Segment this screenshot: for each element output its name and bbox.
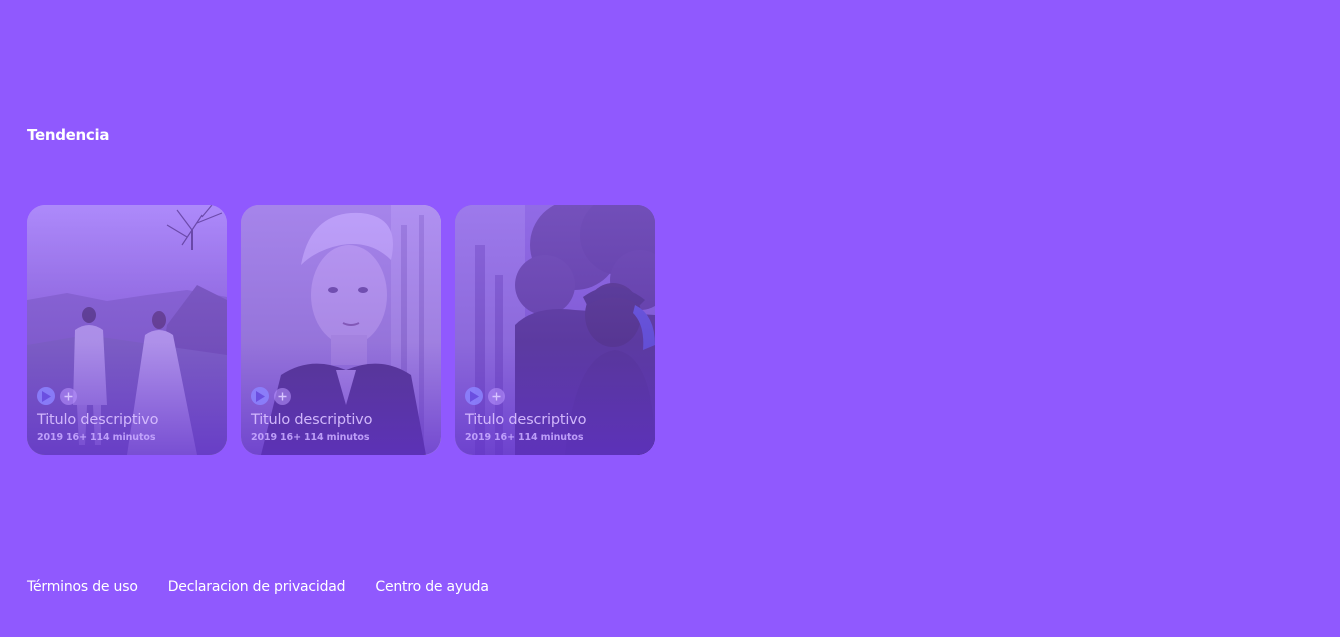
plus-icon <box>492 392 501 400</box>
add-to-list-button[interactable] <box>274 387 291 405</box>
card-meta: 2019 16+ 114 minutos <box>37 432 217 443</box>
movie-card[interactable]: Titulo descriptivo 2019 16+ 114 minutos <box>27 205 227 455</box>
card-title: Titulo descriptivo <box>251 412 373 428</box>
card-year: 2019 <box>37 432 64 443</box>
play-icon <box>42 390 51 402</box>
footer-link-help-center[interactable]: Centro de ayuda <box>375 579 489 595</box>
play-button[interactable] <box>37 387 55 405</box>
plus-icon <box>278 392 287 400</box>
add-to-list-button[interactable] <box>488 387 505 405</box>
trending-carousel: Titulo descriptivo 201916+114 minutos <box>27 205 655 455</box>
play-button[interactable] <box>251 387 269 405</box>
card-title: Titulo descriptivo <box>465 412 587 428</box>
card-duration: 114 minutos <box>303 432 370 443</box>
card-rating: 16+ <box>280 432 301 443</box>
card-duration: 114 minutos <box>517 432 584 443</box>
card-year: 2019 <box>251 432 278 443</box>
card-meta: 2019 16+ 114 minutos <box>251 432 431 443</box>
play-icon <box>256 390 265 402</box>
card-rating: 16+ <box>494 432 515 443</box>
movie-card[interactable]: Titulo descriptivo 2019 16+ 114 minutos <box>455 205 655 455</box>
movie-card[interactable]: Titulo descriptivo 2019 16+ 114 minutos <box>241 205 441 455</box>
card-rating: 16+ <box>66 432 87 443</box>
card-duration: 114 minutos <box>89 432 156 443</box>
card-year: 2019 <box>465 432 492 443</box>
footer-link-terms[interactable]: Términos de uso <box>27 579 138 595</box>
plus-icon <box>64 392 73 400</box>
section-title-tendencia: Tendencia <box>27 126 110 144</box>
footer-link-privacy[interactable]: Declaracion de privacidad <box>168 579 346 595</box>
play-icon <box>470 390 479 402</box>
card-title: Titulo descriptivo <box>37 412 159 428</box>
footer-links: Términos de uso Declaracion de privacida… <box>27 579 489 595</box>
play-button[interactable] <box>465 387 483 405</box>
card-meta: 2019 16+ 114 minutos <box>465 432 645 443</box>
add-to-list-button[interactable] <box>60 387 77 405</box>
